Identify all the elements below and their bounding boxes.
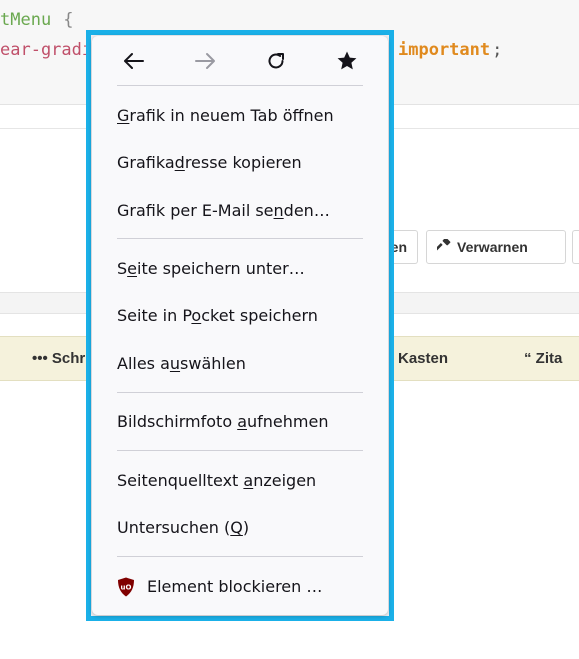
menu-separator (117, 238, 363, 239)
menu-item-accesskey: u (169, 354, 181, 373)
code-semicolon: ; (492, 40, 503, 60)
menu-item-text: rafik in neuem Tab öffnen (129, 106, 334, 125)
menu-item-accesskey: d (174, 153, 185, 172)
toolbar-quote-button[interactable]: “ Zita (524, 350, 562, 367)
menu-item-text: Seite in P (117, 306, 192, 325)
code-brace: { (63, 10, 74, 30)
menu-item-text: den… (283, 201, 330, 220)
warn-button[interactable]: Verwarnen (426, 230, 566, 264)
ublock-badge-text: uO (121, 584, 132, 592)
menu-item-block-element[interactable]: uO Element blockieren … (117, 573, 377, 601)
menu-item-save-page-as[interactable]: Seite speichern unter… (117, 255, 377, 283)
menu-item-text: ufnehmen (247, 412, 329, 431)
menu-item-text: S (117, 259, 128, 278)
menu-separator (117, 450, 363, 451)
star-icon (336, 50, 358, 72)
menu-item-open-image-new-tab[interactable]: Grafik in neuem Tab öffnen (117, 102, 377, 130)
warn-button-label: Verwarnen (457, 239, 528, 255)
partial-button-right[interactable] (572, 230, 579, 264)
menu-item-accesskey: a (237, 412, 248, 431)
menu-item-text: Untersuchen ( (117, 518, 231, 537)
menu-separator (117, 85, 363, 86)
menu-separator (117, 392, 363, 393)
navigation-row (92, 36, 388, 86)
code-important-keyword: important (398, 40, 491, 60)
context-menu: Grafik in neuem Tab öffnen Grafikadresse… (92, 36, 388, 615)
menu-item-text: nzeigen (253, 471, 317, 490)
code-line-1: tMenu { (0, 10, 73, 30)
menu-item-save-to-pocket[interactable]: Seite in Pocket speichern (117, 302, 377, 330)
menu-item-text: Element blockieren … (147, 577, 323, 596)
menu-item-text: Grafika (117, 153, 175, 172)
menu-item-text: cket speichern (201, 306, 318, 325)
menu-item-accesskey: Q (230, 518, 243, 537)
menu-item-inspect[interactable]: Untersuchen (Q) (117, 514, 377, 542)
menu-separator (117, 556, 363, 557)
toolbar-box-button[interactable]: Kasten (398, 350, 448, 367)
menu-item-copy-image-address[interactable]: Grafikadresse kopieren (117, 149, 377, 177)
reload-icon (266, 51, 286, 71)
forward-arrow-icon (194, 52, 216, 70)
ublock-shield-icon: uO (117, 577, 135, 597)
menu-item-text: swählen (180, 354, 246, 373)
menu-item-view-page-source[interactable]: Seitenquelltext anzeigen (117, 467, 377, 495)
reload-button[interactable] (262, 49, 290, 73)
gavel-icon (435, 237, 451, 256)
menu-item-accesskey: a (243, 471, 254, 490)
toolbar-font-button[interactable]: ••• Schr (32, 350, 85, 367)
menu-item-select-all[interactable]: Alles auswählen (117, 350, 377, 378)
menu-item-accesskey: o (191, 306, 202, 325)
back-arrow-icon (123, 52, 145, 70)
bookmark-button[interactable] (333, 49, 361, 73)
menu-item-text: resse kopieren (184, 153, 302, 172)
menu-item-text: Alles a (117, 354, 170, 373)
menu-item-email-image[interactable]: Grafik per E-Mail senden… (117, 197, 377, 225)
menu-item-text: Seitenquelltext (117, 471, 244, 490)
menu-item-accesskey: n (273, 201, 284, 220)
menu-item-text: Grafik per E-Mail se (117, 201, 274, 220)
code-text: tMenu (0, 10, 52, 30)
code-line-2: ear-gradi (0, 40, 93, 60)
menu-item-text: Bildschirmfoto (117, 412, 238, 431)
menu-item-text: ) (242, 518, 250, 537)
back-button[interactable] (120, 49, 148, 73)
code-important: important; (398, 40, 502, 60)
menu-item-text: ite speichern unter… (137, 259, 305, 278)
forward-button[interactable] (191, 49, 219, 73)
menu-item-take-screenshot[interactable]: Bildschirmfoto aufnehmen (117, 408, 377, 436)
menu-item-accesskey: e (127, 259, 137, 278)
menu-item-accesskey: G (117, 106, 130, 125)
